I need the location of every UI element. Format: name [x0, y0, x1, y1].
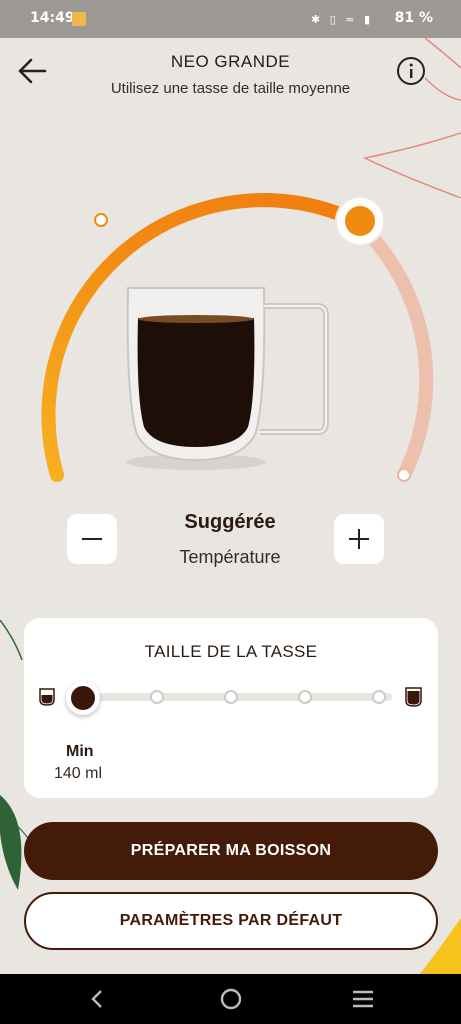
large-cup-icon	[405, 687, 422, 707]
cup-size-selected-label: Min	[66, 743, 94, 760]
system-navigation-bar	[0, 974, 461, 1024]
notification-icon	[72, 12, 86, 26]
info-button[interactable]	[396, 56, 426, 86]
cup-size-step[interactable]	[224, 690, 238, 704]
nav-back-button[interactable]	[84, 986, 114, 1012]
temperature-label: Température	[179, 547, 281, 567]
minus-icon	[82, 538, 102, 540]
prepare-drink-button[interactable]: PRÉPARER MA BOISSON	[24, 822, 438, 880]
menu-lines-icon	[353, 990, 373, 1008]
coffee-cup-image	[126, 287, 329, 470]
cup-size-slider-handle[interactable]	[66, 681, 100, 715]
page-title: NEO GRANDE	[170, 52, 291, 71]
arc-marker-max	[397, 468, 411, 482]
status-bar: 14:49 ✱ ▯ ≈ ▮ 81 %	[0, 0, 461, 38]
status-time: 14:49	[30, 10, 75, 26]
signal-icon: ✱ ▯ ≈ ▮	[311, 13, 373, 26]
cup-size-title: TAILLE DE LA TASSE	[144, 642, 318, 661]
temperature-value: Suggérée	[184, 511, 276, 533]
cup-size-step[interactable]	[372, 690, 386, 704]
svg-text:✱ ▯ ≈ ▮: ✱ ▯ ≈ ▮	[311, 13, 373, 26]
nav-home-button[interactable]	[216, 986, 246, 1012]
cup-size-step[interactable]	[298, 690, 312, 704]
small-cup-icon	[39, 688, 55, 706]
chevron-left-icon	[91, 990, 102, 1008]
cup-size-selected-value: 140 ml	[54, 765, 103, 782]
status-icons: ✱ ▯ ≈ ▮	[311, 12, 401, 29]
home-circle-icon	[220, 988, 242, 1010]
page-subtitle: Utilisez une tasse de taille moyenne	[110, 80, 351, 97]
cup-size-step[interactable]	[150, 690, 164, 704]
default-settings-button[interactable]: PARAMÈTRES PAR DÉFAUT	[24, 892, 438, 950]
plus-icon	[349, 529, 369, 549]
increase-temperature-button[interactable]	[334, 514, 384, 564]
info-icon	[397, 57, 425, 85]
decrease-temperature-button[interactable]	[67, 514, 117, 564]
arc-marker-min	[94, 213, 108, 227]
cup-size-card: TAILLE DE LA TASSE Min 140 ml	[24, 618, 438, 798]
temperature-handle[interactable]	[335, 196, 385, 246]
nav-recents-button[interactable]	[348, 986, 378, 1012]
battery-level: 81 %	[394, 10, 433, 26]
